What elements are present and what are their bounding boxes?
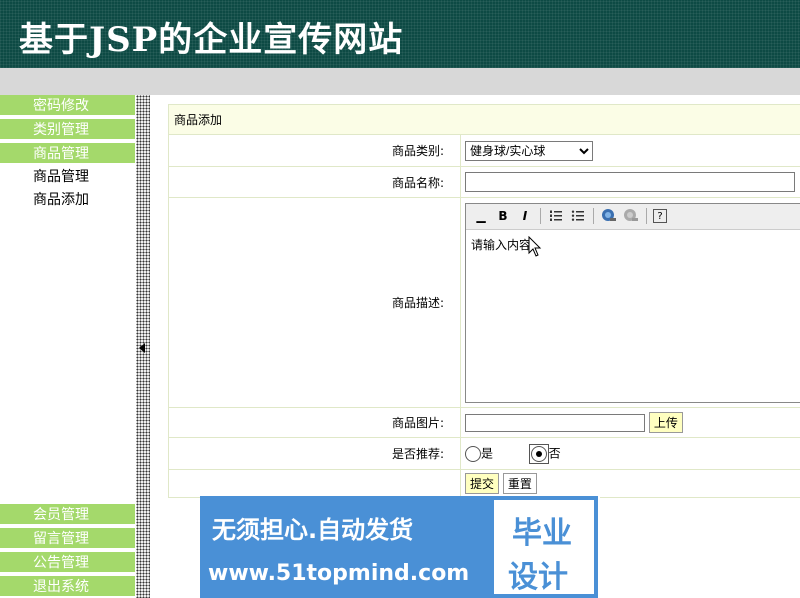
help-icon[interactable]: ? [653,209,667,223]
mouse-cursor-icon [528,235,542,261]
editor-content[interactable]: 请输入内容 [466,230,800,259]
italic-button[interactable]: I [516,207,534,225]
main-content: 商品添加 商品类别: 健身球/实心球 商品名称: 商品描述: ▁ B I ? 请… [168,104,800,500]
menu-notice[interactable]: 公告管理 [0,552,135,574]
upload-button[interactable]: 上传 [648,412,683,433]
recommend-no-radio[interactable] [530,445,547,462]
recommend-yes-radio[interactable] [465,445,481,462]
watermark-banner: 无须担心.自动发货 www.51topmind.com 毕业 设计 [200,496,600,598]
ordered-list-icon[interactable] [547,207,565,225]
sidebar: 密码修改 类别管理 商品管理 商品管理 商品添加 会员管理 留言管理 公告管理 … [0,95,135,598]
recommend-no-focus-box [528,443,549,464]
recommend-label: 是否推荐: [168,437,461,470]
category-label: 商品类别: [168,134,461,167]
site-title: 基于JSP的企业宣传网站 [19,20,404,60]
reset-button[interactable]: 重置 [502,473,537,494]
watermark-right-bottom: 设计 [508,560,568,595]
recommend-yes-label: 是 [481,446,494,460]
toolbar-separator [646,208,647,224]
image-label: 商品图片: [168,407,461,438]
insert-link-icon[interactable] [600,207,618,225]
menu-category[interactable]: 类别管理 [0,119,135,141]
toolbar-separator [593,208,594,224]
menu-logout[interactable]: 退出系统 [0,576,135,598]
menu-member[interactable]: 会员管理 [0,504,135,526]
editor-toolbar: ▁ B I ? [466,203,800,230]
recommend-no-label: 否 [548,446,561,460]
watermark-left: 无须担心.自动发货 www.51topmind.com [200,496,490,598]
unordered-list-icon[interactable] [569,207,587,225]
image-path-input[interactable] [465,414,645,432]
watermark-url: www.51topmind.com [208,561,470,586]
sub-bar [0,68,800,95]
sidebar-item-product-manage[interactable]: 商品管理 [33,166,89,188]
toolbar-handle-icon: ▁ [476,209,486,223]
form-caption: 商品添加 [168,104,800,135]
toolbar-separator [540,208,541,224]
submit-button[interactable]: 提交 [465,473,500,494]
actions-spacer [168,469,461,498]
menu-password[interactable]: 密码修改 [0,95,135,117]
description-label: 商品描述: [168,197,461,408]
header-banner: 基于JSP的企业宣传网站 [0,0,800,68]
bold-button[interactable]: B [494,207,512,225]
menu-product[interactable]: 商品管理 [0,143,135,165]
watermark-right-top: 毕业 [512,516,572,551]
name-label: 商品名称: [168,166,461,198]
watermark-right: 毕业 设计 [490,496,598,598]
product-name-input[interactable] [465,172,795,192]
sidebar-item-product-add[interactable]: 商品添加 [33,189,89,211]
rich-text-editor[interactable]: ▁ B I ? 请输入内容 [465,202,800,403]
remove-link-icon[interactable] [622,207,640,225]
category-select[interactable]: 健身球/实心球 [465,140,593,161]
watermark-slogan: 无须担心.自动发货 [212,516,414,544]
menu-message[interactable]: 留言管理 [0,528,135,550]
collapse-arrow-icon[interactable] [139,343,145,353]
product-form: 商品添加 商品类别: 健身球/实心球 商品名称: 商品描述: ▁ B I ? 请… [168,104,800,498]
